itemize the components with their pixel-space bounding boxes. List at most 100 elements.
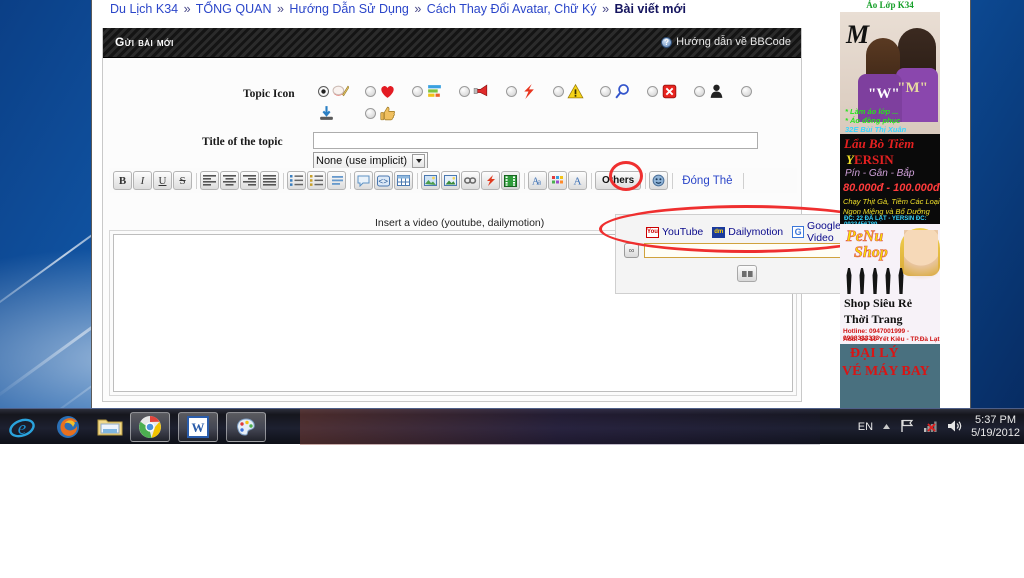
radio-none-pencil[interactable] (318, 85, 329, 97)
bbcode-help-link[interactable]: ? Hướng dẫn về BBCode (661, 36, 791, 48)
insert-image-button[interactable] (441, 171, 460, 190)
align-right-icon (243, 175, 256, 186)
video-source-tabs: You YouTube dm Dailymotion G Google Vide… (646, 220, 840, 244)
bullet-list-icon (290, 175, 303, 186)
taskbar-word[interactable]: W (178, 412, 218, 442)
megaphone-icon (473, 84, 488, 96)
radio-thumbs-up[interactable] (365, 107, 376, 119)
insert-link-button[interactable] (461, 171, 480, 190)
taskbar-internet-explorer[interactable]: e (2, 412, 42, 442)
radio-heart[interactable] (365, 85, 376, 97)
toolbar-separator (740, 172, 746, 190)
ad-food-banner[interactable]: Lẩu Bò Tiềm YERSIN Pín - Gân - Bắp 80.00… (840, 134, 940, 224)
topic-icon-option-none-pencil[interactable] (318, 80, 365, 102)
align-center-button[interactable] (220, 171, 239, 190)
insert-video-button[interactable] (501, 171, 520, 190)
topic-icon-option-warning[interactable] (553, 80, 600, 102)
question-mark-icon: ? (661, 36, 673, 48)
topic-icon-option-thumbs-up[interactable] (365, 102, 412, 124)
smilies-button[interactable] (649, 171, 669, 190)
breadcrumb-separator: » (602, 2, 610, 16)
radio-magnifier[interactable] (600, 85, 611, 97)
firefox-icon (57, 416, 79, 438)
topic-icon-option-download[interactable] (318, 102, 365, 124)
taskbar-file-explorer[interactable] (90, 412, 130, 442)
toolbar-separator (347, 172, 353, 190)
bullet-list-button[interactable] (287, 171, 306, 190)
breadcrumb-item-1[interactable]: TỔNG QUAN (196, 2, 272, 16)
toolbar-separator (521, 172, 527, 190)
video-insert-ok-button[interactable] (737, 265, 757, 282)
video-tab-dailymotion[interactable]: dm Dailymotion (712, 226, 783, 238)
topic-icon-option-bars[interactable] (412, 80, 459, 102)
align-justify-button[interactable] (260, 171, 279, 190)
tray-clock[interactable]: 5:37 PM 5/19/2012 (971, 414, 1020, 440)
others-button[interactable]: Others (595, 171, 642, 190)
font-family-button[interactable]: Aa (528, 171, 547, 190)
topic-icon-option-empty[interactable] (741, 80, 788, 102)
insert-image-host-button[interactable] (421, 171, 440, 190)
ad-shop-banner[interactable]: PeNu Shop Shop Siêu Rẻ Thời Trang Hotlin… (840, 224, 940, 344)
font-size-button[interactable]: A (568, 171, 587, 190)
ad-fashion-banner[interactable]: M "W" "M" * Làm áo lớp ... * Áo đồng phụ… (840, 12, 940, 134)
topic-icon-option-magnifier[interactable] (600, 80, 647, 102)
taskbar-chrome[interactable] (130, 412, 170, 442)
strikethrough-button[interactable]: S (173, 171, 192, 190)
topic-icon-option-lightning[interactable] (506, 80, 553, 102)
indent-button[interactable] (327, 171, 346, 190)
radio-warning[interactable] (553, 85, 564, 97)
align-right-button[interactable] (240, 171, 259, 190)
close-tags-link[interactable]: Đóng Thẻ (676, 175, 738, 187)
italic-button[interactable]: I (133, 171, 152, 190)
radio-megaphone[interactable] (459, 85, 470, 97)
taskbar-paint[interactable] (226, 412, 266, 442)
radio-error[interactable] (647, 85, 658, 97)
font-color-button[interactable] (548, 171, 567, 190)
svg-text:W: W (192, 420, 205, 435)
speaker-icon[interactable] (947, 419, 962, 436)
video-tab-google-video[interactable]: G Google Video (792, 220, 840, 244)
radio-bars[interactable] (412, 85, 423, 97)
radio-lightning[interactable] (506, 85, 517, 97)
network-disconnected-icon[interactable] (923, 419, 938, 436)
topic-icon-option-user[interactable] (694, 80, 741, 102)
bold-button[interactable]: B (113, 171, 132, 190)
topic-icon-option-error[interactable] (647, 80, 694, 102)
underline-button[interactable]: U (153, 171, 172, 190)
numbered-list-button[interactable] (307, 171, 326, 190)
insert-flash-button[interactable] (481, 171, 500, 190)
video-url-input[interactable] (644, 243, 840, 258)
tray-language[interactable]: EN (858, 421, 873, 433)
table-icon (397, 175, 410, 186)
chevron-up-icon[interactable] (882, 421, 891, 433)
topic-icon-option-heart[interactable] (365, 80, 412, 102)
title-input[interactable] (313, 132, 758, 149)
breadcrumb-item-2[interactable]: Hướng Dẫn Sử Dụng (289, 2, 408, 16)
toolbar-separator (642, 172, 648, 190)
post-form-panel: Gửi bài mới ? Hướng dẫn về BBCode Topic … (102, 28, 840, 402)
svg-text:<>: <> (378, 178, 388, 187)
align-left-button[interactable] (200, 171, 219, 190)
radio-empty[interactable] (741, 85, 752, 97)
internet-explorer-icon: e (9, 418, 35, 439)
topic-icon-option-megaphone[interactable] (459, 80, 506, 102)
video-tab-youtube[interactable]: You YouTube (646, 226, 703, 238)
title-label: Title of the topic (202, 136, 283, 148)
chevron-down-icon[interactable] (412, 154, 426, 168)
ad-top-text[interactable]: Áo Lớp K34 (840, 0, 940, 12)
panel-header: Gửi bài mới ? Hướng dẫn về BBCode (103, 28, 801, 58)
breadcrumb-item-0[interactable]: Du Lịch K34 (110, 2, 178, 16)
heart-icon (381, 85, 394, 98)
user-icon (710, 84, 723, 98)
taskbar-firefox[interactable] (48, 412, 88, 442)
table-button[interactable] (394, 171, 413, 190)
breadcrumb-item-3[interactable]: Cách Thay Đổi Avatar, Chữ Ký (427, 2, 597, 16)
quote-button[interactable] (354, 171, 373, 190)
none-pencil-icon (332, 85, 349, 96)
radio-user[interactable] (694, 85, 705, 97)
panel-title-text: Gửi bài mới (115, 35, 174, 49)
code-button[interactable]: <> (374, 171, 393, 190)
breadcrumb: Du Lịch K34 » TỔNG QUAN » Hướng Dẫn Sử D… (110, 2, 686, 16)
action-center-flag-icon[interactable] (900, 419, 914, 436)
ad-bottom-banner[interactable]: ĐẠI LÝ VÉ MÁY BAY (840, 344, 940, 408)
